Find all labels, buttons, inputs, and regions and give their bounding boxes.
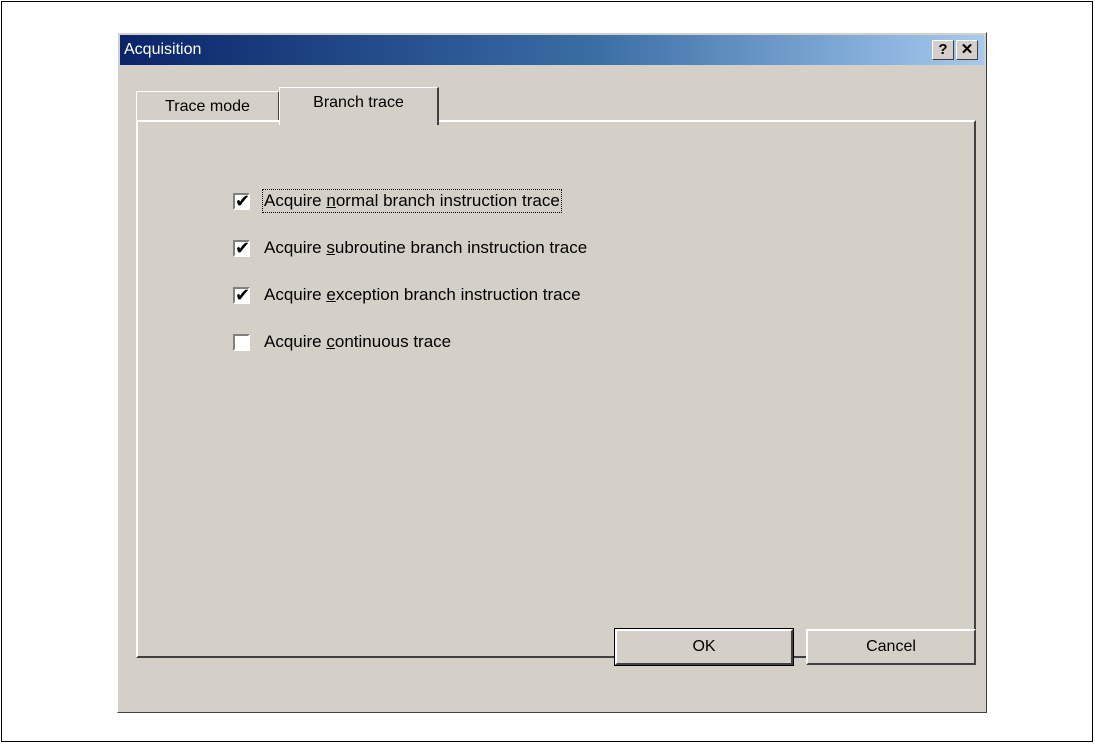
figure-frame: Acquisition ? ✕ Trace mode Branch trace … xyxy=(1,1,1093,742)
check-icon: ✔ xyxy=(235,284,251,305)
acquisition-dialog: Acquisition ? ✕ Trace mode Branch trace … xyxy=(117,32,987,713)
normal-branch-label[interactable]: Acquire normal branch instruction trace xyxy=(262,189,562,213)
option-continuous-trace[interactable]: Acquire continuous trace xyxy=(233,330,451,354)
option-subroutine-branch[interactable]: ✔ Acquire subroutine branch instruction … xyxy=(233,236,587,260)
cancel-button[interactable]: Cancel xyxy=(806,629,976,665)
check-icon: ✔ xyxy=(235,190,251,211)
dialog-title: Acquisition xyxy=(124,41,202,58)
continuous-trace-label[interactable]: Acquire continuous trace xyxy=(264,332,451,352)
normal-branch-checkbox[interactable]: ✔ xyxy=(233,190,251,211)
help-button[interactable]: ? xyxy=(932,40,954,60)
tab-branch-trace[interactable]: Branch trace xyxy=(279,87,439,125)
continuous-trace-checkbox[interactable] xyxy=(233,333,250,351)
branch-trace-panel: ✔ Acquire normal branch instruction trac… xyxy=(136,120,976,658)
title-bar[interactable]: Acquisition ? ✕ xyxy=(120,35,984,65)
subroutine-branch-checkbox[interactable]: ✔ xyxy=(233,237,251,258)
check-icon: ✔ xyxy=(235,237,251,258)
ok-button[interactable]: OK xyxy=(614,628,794,666)
close-button[interactable]: ✕ xyxy=(956,40,978,60)
exception-branch-label[interactable]: Acquire exception branch instruction tra… xyxy=(264,285,581,305)
exception-branch-checkbox[interactable]: ✔ xyxy=(233,284,251,305)
option-exception-branch[interactable]: ✔ Acquire exception branch instruction t… xyxy=(233,283,581,307)
option-normal-branch[interactable]: ✔ Acquire normal branch instruction trac… xyxy=(233,189,562,213)
tab-trace-mode[interactable]: Trace mode xyxy=(136,91,280,123)
subroutine-branch-label[interactable]: Acquire subroutine branch instruction tr… xyxy=(264,238,587,258)
